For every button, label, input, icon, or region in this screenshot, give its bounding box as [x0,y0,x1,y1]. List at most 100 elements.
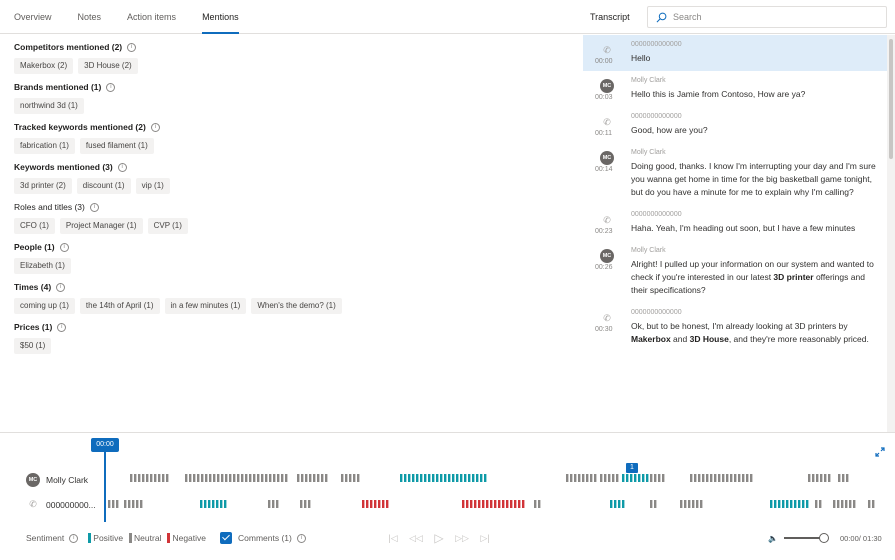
sentiment-mark [276,500,279,508]
search-input[interactable] [673,12,873,22]
mention-section: Competitors mentioned (2) i Makerbox (2) 3D… [14,42,574,74]
mention-chip[interactable]: the 14th of April (1) [79,298,160,314]
skip-to-end-icon[interactable]: ▷| [475,528,495,548]
sentiment-mark [448,474,451,482]
mention-chip[interactable]: northwind 3d (1) [14,98,84,114]
mention-chip[interactable]: 3d printer (2) [14,178,72,194]
phone-icon: ✆ [603,215,611,225]
tab-notes[interactable]: Notes [78,0,102,34]
sentiment-mark [345,474,348,482]
transcript-timestamp[interactable]: 00:23 [595,228,613,235]
chip-list: Makerbox (2) 3D House (2) [14,58,574,74]
play-icon[interactable]: ▷ [429,528,449,548]
transcript-entry[interactable]: MC 00:26 Molly Clark Alright! I pulled up y… [583,241,887,303]
mention-chip[interactable]: CVP (1) [147,218,188,234]
mention-chip[interactable]: in a few minutes (1) [164,298,247,314]
sentiment-mark [838,474,841,482]
sentiment-mark [622,500,625,508]
sentiment-mark [498,500,501,508]
transcript-scrollbar[interactable] [887,35,895,432]
mention-chip[interactable]: Elizabeth (1) [14,258,71,274]
sentiment-mark [806,500,809,508]
skip-to-start-icon[interactable]: |◁ [383,528,403,548]
transcript-entry[interactable]: ✆ 00:11 0000000000000 Good, how are you? [583,107,887,143]
mention-section-title: Competitors mentioned (2) i [14,42,574,52]
sentiment-label: Sentiment [26,533,65,543]
sentiment-mark [694,474,697,482]
sentiment-mark [828,474,831,482]
mention-chip[interactable]: $50 (1) [14,338,52,354]
mention-chip[interactable]: coming up (1) [14,298,75,314]
tab-action-items[interactable]: Action items [127,0,176,34]
comments-checkbox[interactable] [220,532,233,544]
mention-chip[interactable]: vip (1) [135,178,170,194]
rewind-icon[interactable]: ◁◁ [406,528,426,548]
comments-label[interactable]: Comments (1) [238,533,292,543]
mention-chip[interactable]: Makerbox (2) [14,58,74,74]
mention-chip[interactable]: Project Manager (1) [59,218,143,234]
info-icon[interactable]: i [59,242,69,252]
info-icon[interactable]: i [56,282,66,292]
comment-marker[interactable]: 1 [626,463,638,473]
sentiment-mark [197,474,200,482]
expand-icon[interactable] [874,446,886,458]
transcript-entry[interactable]: ✆ 00:30 0000000000000 Ok, but to be honest,… [583,303,887,352]
sentiment-mark [301,474,304,482]
volume-slider-thumb[interactable] [818,533,829,543]
playhead-time-flag[interactable]: 00:00 [91,438,119,452]
sentiment-mark [200,500,203,508]
transcript-timestamp[interactable]: 00:14 [595,166,613,173]
transcript-timestamp[interactable]: 00:26 [595,264,613,271]
info-icon[interactable]: i [106,82,116,92]
fast-forward-icon[interactable]: ▷▷ [452,528,472,548]
sentiment-mark [845,500,848,508]
tab-mentions[interactable]: Mentions [202,0,239,34]
transcript-entry[interactable]: MC 00:03 Molly Clark Hello this is Jamie fr… [583,71,887,107]
bottom-bar: Sentiment i Positive Neutral Negative Co… [0,522,895,560]
sentiment-mark [224,500,227,508]
search-box[interactable] [647,6,887,28]
transcript-entry[interactable]: ✆ 00:00 0000000000000 Hello [583,35,887,71]
transcript-timestamp[interactable]: 00:03 [595,94,613,101]
sentiment-mark [261,474,264,482]
sentiment-mark [138,474,141,482]
sentiment-mark [815,500,818,508]
mention-chip[interactable]: 3D House (2) [78,58,138,74]
sentiment-mark [208,500,211,508]
info-icon[interactable]: i [69,533,79,543]
chip-list: northwind 3d (1) [14,98,574,114]
info-icon[interactable]: i [57,322,67,332]
info-icon[interactable]: i [89,202,99,212]
negative-label: Negative [172,533,207,543]
transcript-entry[interactable]: ✆ 00:23 0000000000000 Haha. Yeah, I'm headi… [583,205,887,241]
transcript-text: Good, how are you? [631,125,708,135]
mention-chip[interactable]: fused filament (1) [79,138,154,154]
mention-section-title: Roles and titles (3) i [14,202,574,212]
transcript-timestamp[interactable]: 00:11 [595,130,612,137]
sentiment-mark [696,500,699,508]
transcript-timestamp[interactable]: 00:30 [595,326,613,333]
mentions-panel: Competitors mentioned (2) i Makerbox (2) 3D… [14,34,574,432]
volume-slider[interactable] [783,533,829,543]
info-icon[interactable]: i [127,42,137,52]
transcript-timestamp[interactable]: 00:00 [595,58,613,65]
section-title-text: Keywords mentioned (3) [14,162,113,172]
sentiment-mark [466,500,469,508]
mention-chip[interactable]: discount (1) [76,178,131,194]
sentiment-mark [480,474,483,482]
transcript-entry[interactable]: MC 00:14 Molly Clark Doing good, thanks. I … [583,143,887,205]
tab-overview[interactable]: Overview [14,0,52,34]
mention-chip[interactable]: fabrication (1) [14,138,75,154]
speaker-icon[interactable]: 🔈 [768,534,778,543]
info-icon[interactable]: i [150,122,160,132]
scrollbar-thumb[interactable] [889,39,893,159]
info-icon[interactable]: i [296,533,306,543]
sentiment-mark [253,474,256,482]
highlighted-mention: 3D House [689,334,729,344]
avatar: MC [600,79,614,93]
playhead-line[interactable] [104,452,106,524]
mention-chip[interactable]: CFO (1) [14,218,55,234]
mention-chip[interactable]: When's the demo? (1) [251,298,342,314]
info-icon[interactable]: i [117,162,127,172]
top-bar: Overview Notes Action items Mentions Tra… [0,0,895,34]
